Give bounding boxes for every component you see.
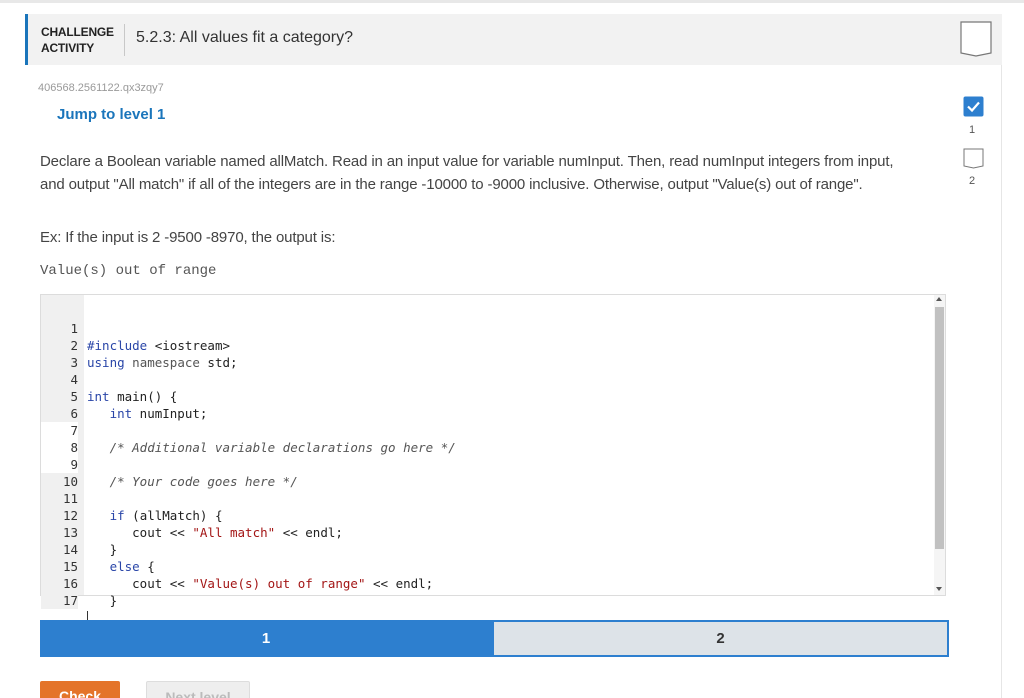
code-token: } (109, 593, 118, 608)
code-line: 10 (41, 456, 934, 490)
activity-id: 406568.2561122.qx3zqy7 (38, 82, 164, 94)
next-level-button[interactable]: Next level (146, 681, 250, 698)
code-line-editable[interactable]: 8 (41, 422, 934, 456)
level-2-number: 2 (968, 175, 976, 187)
code-editor[interactable]: 1 #include <iostream> 2 using namespace … (40, 294, 946, 626)
activity-header: CHALLENGE ACTIVITY 5.2.3: All values fit… (25, 14, 1002, 65)
activity-title: 5.2.3: All values fit a category? (136, 29, 354, 46)
challenge-activity-badge: CHALLENGE ACTIVITY (41, 24, 121, 56)
level-1-number: 1 (968, 124, 976, 136)
code-line: 17 (41, 575, 934, 626)
scroll-down-arrow-icon[interactable] (936, 587, 942, 591)
code-line: 12 cout << "All match" << endl; (41, 490, 934, 540)
code-line: 2 using namespace std; (41, 320, 934, 370)
code-line: 1 #include <iostream> (41, 303, 934, 353)
level-1-completed-check-icon[interactable] (963, 96, 984, 117)
code-line: 11 if (allMatch) { (41, 473, 934, 523)
editor-scrollbar[interactable] (934, 295, 945, 595)
check-button[interactable]: Check (40, 681, 120, 698)
code-line: 14 else { (41, 524, 934, 574)
code-line: 16 } (41, 558, 934, 608)
code-line: 4 int main() { (41, 354, 934, 404)
badge-line-2: ACTIVITY (41, 41, 95, 55)
badge-line-1: CHALLENGE (41, 25, 114, 39)
completion-bookmark-icon (960, 21, 992, 57)
example-text: Ex: If the input is 2 -9500 -8970, the o… (40, 229, 336, 246)
level-1-tab[interactable]: 1 (40, 620, 492, 657)
jump-to-level-link[interactable]: Jump to level 1 (57, 106, 165, 123)
scroll-up-arrow-icon[interactable] (936, 297, 942, 301)
code-line: 13 } (41, 507, 934, 557)
line-number: 17 (41, 592, 78, 609)
top-divider (0, 0, 1024, 3)
scrollbar-thumb[interactable] (935, 307, 944, 549)
code-line: 5 int numInput; (41, 371, 934, 421)
code-line-editable[interactable]: 9 /* Your code goes here */ (41, 439, 934, 489)
problem-statement: Declare a Boolean variable named allMatc… (40, 153, 894, 193)
code-line: 15 cout << "Value(s) out of range" << en… (41, 541, 934, 591)
level-2-tab[interactable]: 2 (492, 620, 949, 657)
level-2-bookmark-icon[interactable] (963, 148, 984, 169)
example-output: Value(s) out of range (40, 263, 217, 279)
code-line: 6 (41, 388, 934, 422)
code-line-editable[interactable]: 7 /* Additional variable declarations go… (41, 405, 934, 455)
header-divider (124, 24, 125, 56)
code-line: 3 (41, 337, 934, 371)
